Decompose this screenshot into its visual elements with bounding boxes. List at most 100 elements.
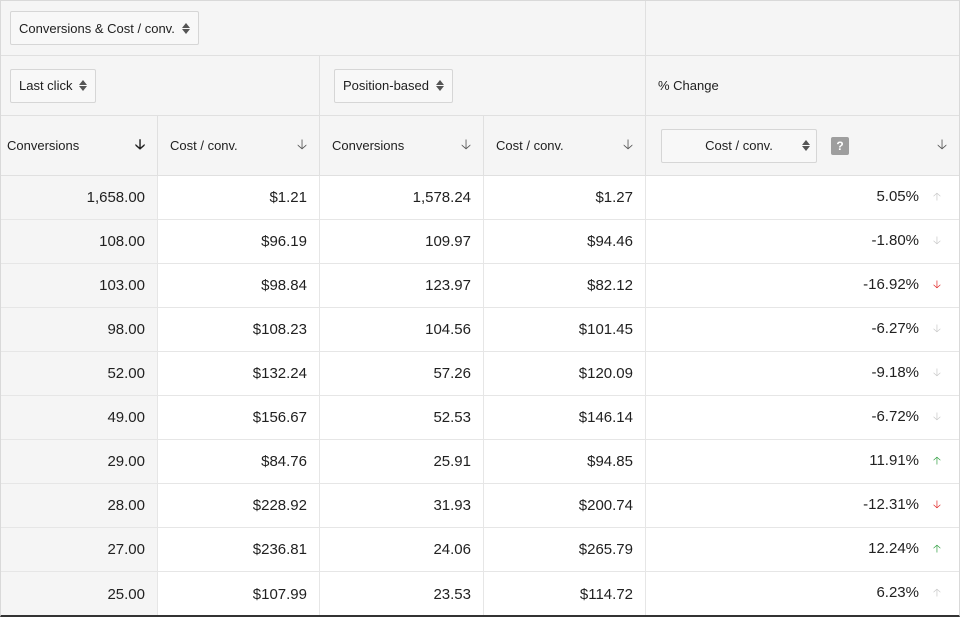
trend-down-arrow-icon: 🡣 — [933, 411, 941, 423]
cell-pb-conversions: 123.97 — [320, 264, 484, 307]
col-header-label: Cost / conv. — [496, 138, 564, 153]
metric-selector-row: Conversions & Cost / conv. — [1, 1, 959, 56]
change-value: -6.72% — [871, 408, 919, 425]
col-header-lc-conversions[interactable]: Conversions 🡣 — [1, 116, 158, 175]
cell-pb-cost: $94.85 — [484, 440, 646, 483]
sort-down-arrow-icon: 🡣 — [460, 135, 471, 152]
trend-down-arrow-icon: 🡣 — [933, 499, 941, 511]
cell-change: 11.91% 🡡 — [646, 440, 959, 483]
cell-pb-cost: $114.72 — [484, 572, 646, 615]
help-icon[interactable]: ? — [831, 136, 849, 155]
change-value: 6.23% — [876, 584, 919, 601]
table-row: 27.00 $236.81 24.06 $265.79 12.24% 🡡 — [1, 528, 959, 572]
right-model-label: Position-based — [343, 78, 429, 93]
table-row: 1,658.00 $1.21 1,578.24 $1.27 5.05% 🡡 — [1, 176, 959, 220]
change-metric-select[interactable]: Cost / conv. — [661, 128, 817, 163]
table-row: 52.00 $132.24 57.26 $120.09 -9.18% 🡣 — [1, 352, 959, 396]
cell-change: -6.72% 🡣 — [646, 396, 959, 439]
cell-change: -6.27% 🡣 — [646, 308, 959, 351]
table-row: 29.00 $84.76 25.91 $94.85 11.91% 🡡 — [1, 440, 959, 484]
cell-lc-conversions: 28.00 — [1, 484, 158, 527]
cell-change: -16.92% 🡣 — [646, 264, 959, 307]
column-header-row: Conversions 🡣 Cost / conv. 🡣 Conversions… — [1, 116, 959, 176]
cell-pb-cost: $265.79 — [484, 528, 646, 571]
cell-pb-conversions: 1,578.24 — [320, 176, 484, 219]
table-body: 1,658.00 $1.21 1,578.24 $1.27 5.05% 🡡 108.00 $9… — [1, 176, 959, 615]
cell-change: 5.05% 🡡 — [646, 176, 959, 219]
cell-lc-cost: $156.67 — [158, 396, 320, 439]
cell-lc-cost: $108.23 — [158, 308, 320, 351]
cell-lc-cost: $236.81 — [158, 528, 320, 571]
trend-down-arrow-icon: 🡣 — [933, 323, 941, 335]
trend-down-arrow-icon: 🡣 — [933, 367, 941, 379]
cell-lc-conversions: 103.00 — [1, 264, 158, 307]
change-value: -6.27% — [871, 320, 919, 337]
cell-pb-cost: $120.09 — [484, 352, 646, 395]
cell-lc-conversions: 49.00 — [1, 396, 158, 439]
cell-pb-cost: $200.74 — [484, 484, 646, 527]
table-row: 28.00 $228.92 31.93 $200.74 -12.31% 🡣 — [1, 484, 959, 528]
change-value: 12.24% — [868, 540, 919, 557]
cell-lc-cost: $1.21 — [158, 176, 320, 219]
cell-lc-conversions: 29.00 — [1, 440, 158, 483]
sort-down-arrow-icon: 🡣 — [622, 135, 633, 152]
cell-pb-cost: $94.46 — [484, 220, 646, 263]
metric-selector-cell: Conversions & Cost / conv. — [1, 1, 646, 55]
cell-pb-cost: $82.12 — [484, 264, 646, 307]
cell-pb-conversions: 109.97 — [320, 220, 484, 263]
change-metric-label: Cost / conv. — [705, 138, 773, 153]
select-updown-icon — [181, 22, 190, 34]
cell-pb-conversions: 23.53 — [320, 572, 484, 615]
right-model-cell: Position-based — [320, 56, 646, 115]
cell-change: -12.31% 🡣 — [646, 484, 959, 527]
cell-pb-conversions: 104.56 — [320, 308, 484, 351]
table-row: 108.00 $96.19 109.97 $94.46 -1.80% 🡣 — [1, 220, 959, 264]
cell-change: 6.23% 🡡 — [646, 572, 959, 615]
left-model-select[interactable]: Last click — [10, 68, 97, 103]
change-value: 5.05% — [876, 188, 919, 205]
col-header-pb-cost[interactable]: Cost / conv. 🡣 — [484, 116, 646, 175]
blank-header-cell — [646, 1, 959, 55]
metric-select-label: Conversions & Cost / conv. — [19, 20, 175, 36]
col-header-pb-conversions[interactable]: Conversions 🡣 — [320, 116, 484, 175]
cell-lc-cost: $107.99 — [158, 572, 320, 615]
left-model-cell: Last click — [1, 56, 320, 115]
col-header-lc-cost[interactable]: Cost / conv. 🡣 — [158, 116, 320, 175]
cell-lc-conversions: 27.00 — [1, 528, 158, 571]
attribution-comparison-table: Conversions & Cost / conv. Last click Po… — [0, 0, 960, 617]
select-updown-icon — [436, 80, 444, 91]
cell-lc-conversions: 1,658.00 — [1, 176, 158, 219]
cell-lc-cost: $84.76 — [158, 440, 320, 483]
col-header-label: Conversions — [7, 138, 80, 153]
change-value: 11.91% — [869, 452, 919, 469]
cell-pb-cost: $1.27 — [484, 176, 646, 219]
table-row: 98.00 $108.23 104.56 $101.45 -6.27% 🡣 — [1, 308, 959, 352]
trend-down-arrow-icon: 🡣 — [933, 279, 941, 291]
model-selector-row: Last click Position-based % Change — [1, 56, 959, 116]
sort-down-arrow-icon[interactable]: 🡣 — [937, 134, 947, 158]
left-model-label: Last click — [19, 78, 73, 93]
change-value: -12.31% — [863, 496, 919, 513]
col-header-label: Conversions — [332, 138, 405, 153]
select-updown-icon — [79, 80, 88, 91]
cell-pb-cost: $101.45 — [484, 308, 646, 351]
change-value: -9.18% — [871, 364, 919, 381]
change-header-label: % Change — [658, 78, 719, 93]
trend-up-arrow-icon: 🡡 — [933, 587, 941, 599]
trend-down-arrow-icon: 🡣 — [933, 235, 941, 247]
trend-up-arrow-icon: 🡡 — [933, 191, 941, 203]
cell-pb-cost: $146.14 — [484, 396, 646, 439]
table-row: 25.00 $107.99 23.53 $114.72 6.23% 🡡 — [1, 572, 959, 615]
change-header-cell: % Change — [646, 56, 959, 115]
cell-lc-conversions: 108.00 — [1, 220, 158, 263]
trend-up-arrow-icon: 🡡 — [933, 543, 941, 555]
cell-pb-conversions: 24.06 — [320, 528, 484, 571]
table-row: 49.00 $156.67 52.53 $146.14 -6.72% 🡣 — [1, 396, 959, 440]
right-model-select[interactable]: Position-based — [334, 68, 453, 103]
cell-lc-conversions: 52.00 — [1, 352, 158, 395]
metric-select[interactable]: Conversions & Cost / conv. — [10, 11, 199, 45]
col-header-change: Cost / conv. ? 🡣 — [646, 116, 959, 175]
cell-pb-conversions: 25.91 — [320, 440, 484, 483]
cell-lc-cost: $98.84 — [158, 264, 320, 307]
cell-lc-cost: $228.92 — [158, 484, 320, 527]
